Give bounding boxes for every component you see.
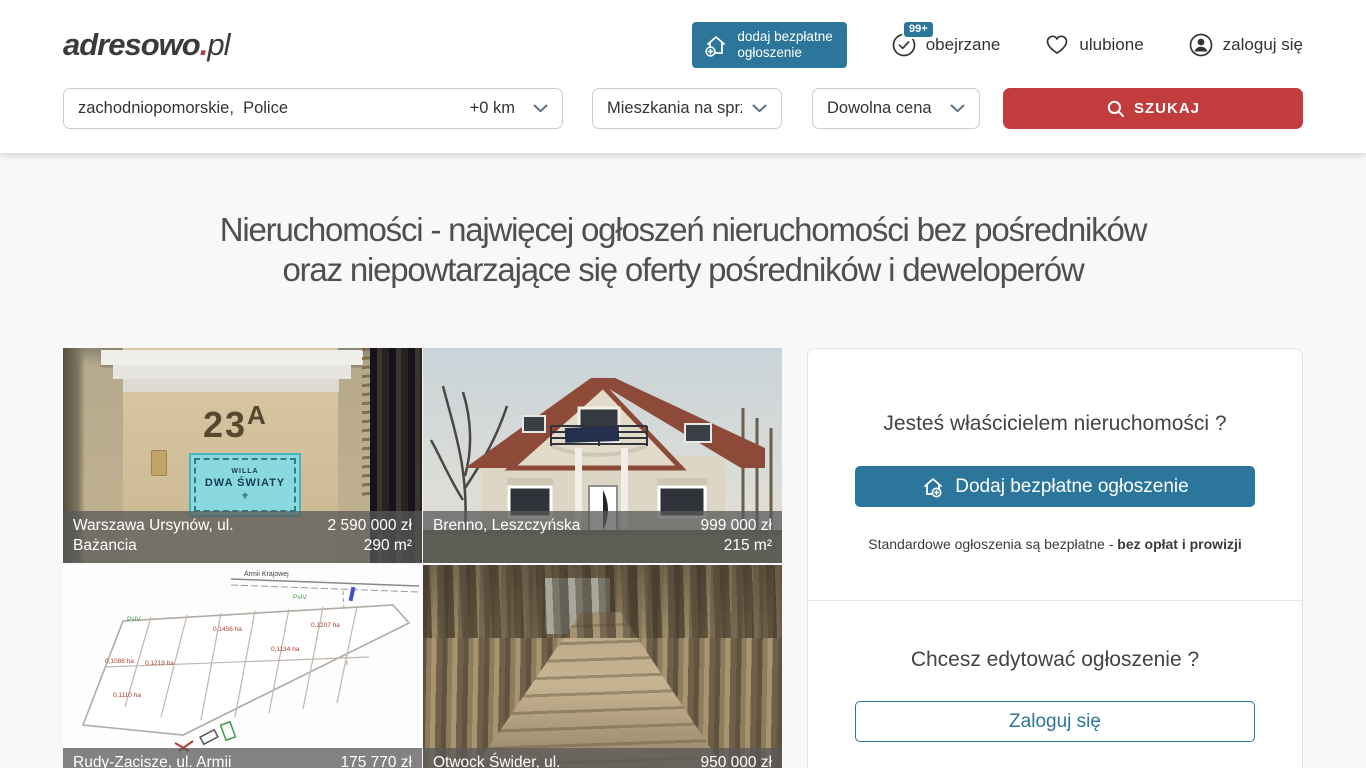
top-zone: adresowo.pl dodaj bezpłatne ogło (0, 0, 1366, 153)
listing-area: 290 m² (328, 536, 412, 556)
price-value: Dowolna cena (827, 99, 932, 118)
radius-value: +0 km (470, 99, 515, 118)
search-button-label: SZUKAJ (1134, 100, 1200, 117)
page-title: Nieruchomości - najwięcej ogłoszeń nieru… (63, 210, 1303, 290)
svg-text:PsIV: PsIV (293, 594, 307, 601)
header: adresowo.pl dodaj bezpłatne ogło (63, 20, 1303, 70)
location-input[interactable]: zachodniopomorskie, Police +0 km (63, 88, 563, 129)
chevron-down-icon (950, 104, 965, 113)
listing-price: 175 770 zł (340, 753, 412, 768)
page-title-line2: oraz niepowtarzające się oferty pośredni… (63, 250, 1303, 290)
viewed-label: obejrzane (926, 35, 1001, 55)
house-plus-icon (921, 475, 945, 499)
listing-price: 2 590 000 zł (328, 516, 412, 536)
login-button-label: Zaloguj się (1009, 711, 1101, 733)
heart-icon (1044, 32, 1070, 58)
add-free-listing-label: Dodaj bezpłatne ogłoszenie (955, 476, 1188, 498)
svg-text:0,1219 ha: 0,1219 ha (145, 660, 174, 667)
listing-tile[interactable]: Otwock Świder, ul. 950 000 zł (423, 565, 782, 768)
favorites-link[interactable]: ulubione (1044, 32, 1143, 58)
svg-text:Armii Krajowej: Armii Krajowej (244, 571, 289, 578)
price-select[interactable]: Dowolna cena (812, 88, 980, 129)
svg-text:0,1134 ha: 0,1134 ha (271, 646, 300, 653)
search-bar: zachodniopomorskie, Police +0 km Mieszka… (63, 88, 1303, 129)
listing-caption: Brenno, Leszczyńska 999 000 zł 215 m² (423, 511, 782, 563)
svg-text:0,1456 ha: 0,1456 ha (213, 626, 242, 633)
search-icon (1106, 99, 1126, 119)
listing-tile[interactable]: 23A WILLA DWA ŚWIATY ⚜ Warszawa Ursynów,… (63, 348, 422, 563)
listing-tile[interactable]: Armii Krajowej 0,1456 ha 0,1207 ha 0,113… (63, 565, 422, 768)
user-circle-icon (1188, 32, 1214, 58)
svg-text:PsIV: PsIV (127, 616, 141, 623)
listing-price: 999 000 zł (700, 516, 772, 536)
login-label: zaloguj się (1223, 35, 1303, 55)
chevron-down-icon (533, 104, 548, 113)
logo-tld: pl (207, 27, 229, 62)
logo-main: adresowo (63, 27, 200, 62)
header-actions: dodaj bezpłatne ogłoszenie 99+ obejrzane (692, 22, 1303, 68)
listing-caption: Rudy-Zacisze, ul. Armii 175 770 zł (63, 748, 422, 768)
villa-sign: WILLA DWA ŚWIATY ⚜ (189, 453, 301, 517)
listing-tile[interactable]: Brenno, Leszczyńska 999 000 zł 215 m² (423, 348, 782, 563)
listing-price: 950 000 zł (700, 753, 772, 768)
check-circle-icon: 99+ (891, 32, 917, 58)
radius-select[interactable]: +0 km (470, 99, 548, 118)
svg-text:0,1110 ha: 0,1110 ha (113, 692, 141, 699)
login-link[interactable]: zaloguj się (1188, 32, 1303, 58)
house-plus-icon (704, 33, 728, 57)
main-zone: Nieruchomości - najwięcej ogłoszeń nieru… (0, 153, 1366, 768)
location-value: zachodniopomorskie, Police (78, 99, 288, 118)
listing-photo: Armii Krajowej 0,1456 ha 0,1207 ha 0,113… (63, 565, 422, 768)
listings-grid: 23A WILLA DWA ŚWIATY ⚜ Warszawa Ursynów,… (63, 348, 783, 768)
search-button[interactable]: SZUKAJ (1003, 88, 1303, 129)
owner-heading: Jesteś właścicielem nieruchomości ? (848, 412, 1262, 436)
page-title-line1: Nieruchomości - najwięcej ogłoszeń nieru… (63, 210, 1303, 250)
logo[interactable]: adresowo.pl (63, 27, 229, 63)
category-value: Mieszkania na sprzedaż (607, 99, 742, 118)
listing-area: 215 m² (700, 536, 772, 556)
listing-location: Otwock Świder, ul. (433, 753, 561, 768)
add-listing-button[interactable]: dodaj bezpłatne ogłoszenie (692, 22, 846, 68)
svg-text:0,1088 ha: 0,1088 ha (105, 658, 134, 665)
chevron-down-icon (752, 104, 767, 113)
viewed-count-badge: 99+ (904, 22, 933, 37)
add-listing-label: dodaj bezpłatne ogłoszenie (737, 29, 832, 61)
add-free-listing-button[interactable]: Dodaj bezpłatne ogłoszenie (855, 466, 1255, 507)
listing-caption: Warszawa Ursynów, ul. Bażancia 2 590 000… (63, 511, 422, 563)
edit-heading: Chcesz edytować ogłoszenie ? (848, 648, 1262, 672)
listing-location: Rudy-Zacisze, ul. Armii (73, 753, 231, 768)
divider (808, 600, 1302, 601)
free-listings-note: Standardowe ogłoszenia są bezpłatne - be… (848, 536, 1262, 552)
login-button[interactable]: Zaloguj się (855, 701, 1255, 742)
svg-text:0,1207 ha: 0,1207 ha (311, 622, 340, 629)
owner-panel: Jesteś właścicielem nieruchomości ? Doda… (807, 348, 1303, 768)
listing-caption: Otwock Świder, ul. 950 000 zł (423, 748, 782, 768)
listing-location: Warszawa Ursynów, ul. Bażancia (73, 516, 273, 556)
category-select[interactable]: Mieszkania na sprzedaż (592, 88, 782, 129)
listing-location: Brenno, Leszczyńska (433, 516, 580, 556)
favorites-label: ulubione (1079, 35, 1143, 55)
viewed-link[interactable]: 99+ obejrzane (891, 32, 1001, 58)
